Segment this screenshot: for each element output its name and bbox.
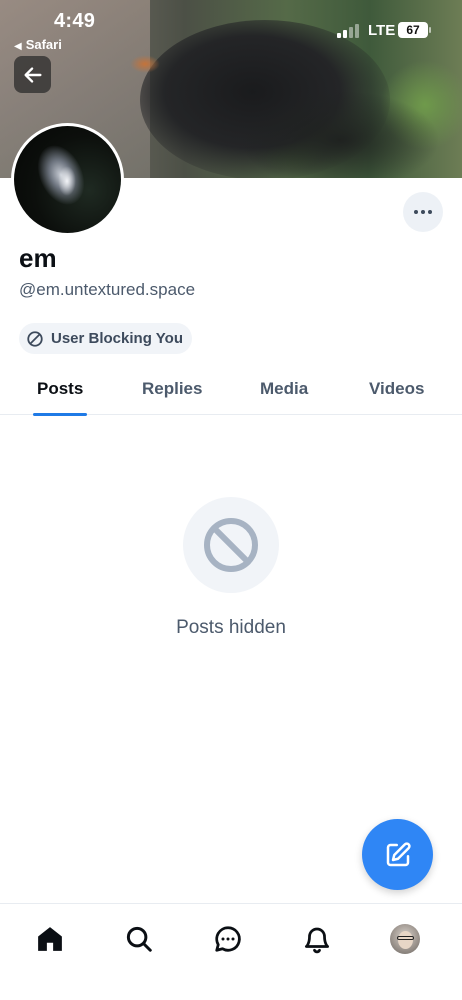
nav-notifications[interactable] xyxy=(297,919,337,959)
compose-icon xyxy=(386,841,411,866)
banner-bird-beak xyxy=(130,55,160,73)
tab-media-label: Media xyxy=(260,378,309,398)
back-button[interactable] xyxy=(14,56,51,93)
tab-posts-label: Posts xyxy=(37,378,84,398)
profile-handle: @em.untextured.space xyxy=(19,280,196,299)
search-icon xyxy=(126,926,152,952)
nav-search[interactable] xyxy=(119,919,159,959)
profile-avatar xyxy=(14,126,121,233)
battery-icon: 67 xyxy=(398,22,428,38)
ellipsis-dot xyxy=(428,210,432,214)
profile-tabs: Posts Replies Media Videos xyxy=(0,362,462,416)
avatar-glasses xyxy=(397,936,414,940)
battery-nub xyxy=(429,27,431,33)
back-triangle-icon: ◀ xyxy=(14,41,22,52)
block-icon xyxy=(27,330,43,347)
network-label: LTE xyxy=(368,22,396,39)
bell-icon xyxy=(305,927,329,954)
compose-post-button[interactable] xyxy=(362,819,433,890)
status-time: 4:49 xyxy=(54,10,96,32)
blocking-status-label: User Blocking You xyxy=(51,330,183,347)
tab-replies-label: Replies xyxy=(142,378,203,398)
profile-avatar-ring[interactable] xyxy=(11,123,124,236)
blocking-status-badge: User Blocking You xyxy=(19,323,192,354)
status-bar: 4:49 ◀ Safari LTE 67 xyxy=(0,0,462,56)
avatar-face xyxy=(398,931,413,949)
nav-home[interactable] xyxy=(30,919,70,959)
tab-videos-label: Videos xyxy=(369,378,425,398)
active-tab-indicator xyxy=(33,413,88,416)
more-options-button[interactable] xyxy=(403,192,443,232)
chat-icon xyxy=(215,926,241,952)
avatar-highlight-core xyxy=(58,166,76,196)
tab-media[interactable]: Media xyxy=(260,362,308,415)
back-to-safari[interactable]: ◀ Safari xyxy=(14,37,62,52)
profile-avatar-small xyxy=(390,924,420,954)
signal-icon xyxy=(337,24,363,38)
empty-state-message: Posts hidden xyxy=(176,617,286,638)
ellipsis-dot xyxy=(414,210,418,214)
profile-display-name: em xyxy=(19,243,57,273)
bottom-navigation xyxy=(0,903,462,1000)
nav-chat[interactable] xyxy=(208,919,248,959)
nav-profile[interactable] xyxy=(385,919,425,959)
home-icon xyxy=(38,927,62,951)
tab-posts[interactable]: Posts xyxy=(33,362,88,416)
tab-replies[interactable]: Replies xyxy=(142,362,202,415)
ban-icon xyxy=(183,497,279,593)
tab-videos[interactable]: Videos xyxy=(369,362,424,415)
arrow-left-icon xyxy=(23,66,42,83)
ellipsis-dot xyxy=(421,210,425,214)
back-app-label: Safari xyxy=(25,37,62,52)
